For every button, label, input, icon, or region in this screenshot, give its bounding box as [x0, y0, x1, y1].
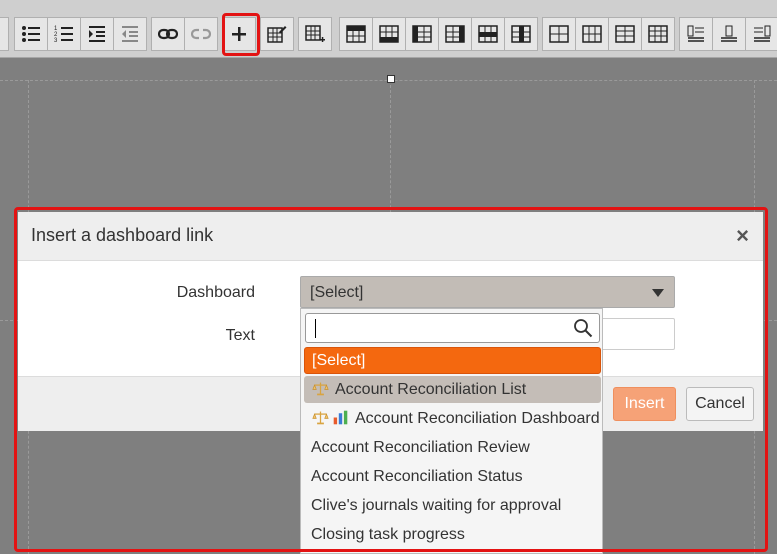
table-edit-icon — [267, 26, 287, 43]
row-above-icon — [346, 25, 366, 43]
align-right-icon — [754, 25, 771, 42]
option-label: Account Reconciliation Status — [311, 468, 523, 485]
table-insert-icon — [305, 25, 325, 42]
dropdown-option[interactable]: Account Reconciliation Review — [304, 434, 601, 461]
svg-text:3: 3 — [54, 38, 58, 44]
option-label: [Select] — [312, 352, 366, 369]
text-input[interactable] — [600, 318, 675, 350]
editor-toolbar: 123 — [0, 0, 777, 58]
insert-row-below-button[interactable] — [372, 17, 406, 51]
merge-cells-button[interactable] — [542, 17, 576, 51]
cancel-button[interactable]: Cancel — [686, 387, 754, 421]
increase-indent-icon — [89, 26, 105, 42]
align-center-icon — [721, 25, 737, 42]
insert-column-left-button[interactable] — [405, 17, 439, 51]
numbered-list-button[interactable]: 123 — [47, 17, 81, 51]
dialog-title: Insert a dashboard link — [31, 225, 214, 245]
increase-indent-button[interactable] — [80, 17, 114, 51]
scales-icon — [312, 382, 329, 396]
plus-icon — [232, 27, 246, 41]
option-label: Closing task progress — [311, 526, 465, 543]
option-label: Account Reconciliation List — [335, 381, 527, 398]
text-label: Text — [225, 327, 255, 344]
toolbar-button-partial[interactable] — [0, 17, 9, 51]
dropdown-option[interactable]: Account Reconciliation Dashboard — [304, 405, 601, 432]
link-icon — [158, 28, 178, 40]
table-properties-button[interactable] — [641, 17, 675, 51]
option-label: Clive's journals waiting for approval — [311, 497, 562, 514]
split-cells-icon — [582, 25, 602, 43]
dashboard-label: Dashboard — [176, 284, 255, 301]
dashboard-select[interactable]: [Select] — [300, 276, 675, 308]
numbered-list-icon: 123 — [54, 26, 73, 44]
dropdown-search-input[interactable] — [305, 313, 600, 343]
dropdown-option[interactable]: Account Reconciliation Status — [304, 463, 601, 490]
align-left-button[interactable] — [679, 17, 713, 51]
column-right-icon — [445, 25, 465, 43]
unlink-button[interactable] — [184, 17, 218, 51]
delete-column-icon — [511, 25, 531, 43]
merge-cells-icon — [549, 25, 569, 43]
option-label: Account Reconciliation Review — [311, 439, 530, 456]
align-center-button[interactable] — [712, 17, 746, 51]
text-caret — [315, 319, 316, 338]
edit-table-button[interactable] — [260, 17, 294, 51]
delete-column-button[interactable] — [504, 17, 538, 51]
unlink-icon — [191, 28, 211, 40]
cell-properties-icon — [615, 25, 635, 43]
column-left-icon — [412, 25, 432, 43]
decrease-indent-button[interactable] — [113, 17, 147, 51]
delete-row-icon — [478, 25, 498, 43]
align-right-button[interactable] — [745, 17, 777, 51]
close-icon[interactable]: × — [736, 223, 749, 249]
add-dashboard-link-button[interactable] — [222, 17, 256, 51]
dashboard-dropdown: [Select] Account Reconciliation List Acc… — [300, 308, 603, 554]
dropdown-option[interactable]: Clive's journals waiting for approval — [304, 492, 601, 519]
dialog-header: Insert a dashboard link × — [18, 212, 763, 261]
scales-icon — [312, 411, 329, 425]
dropdown-option[interactable]: [Select] — [304, 347, 601, 374]
bulleted-list-icon — [22, 26, 40, 42]
table-properties-icon — [648, 25, 668, 43]
delete-row-button[interactable] — [471, 17, 505, 51]
dropdown-option[interactable]: Account Reconciliation List — [304, 376, 601, 403]
split-cells-button[interactable] — [575, 17, 609, 51]
dashboard-select-value: [Select] — [310, 284, 364, 301]
search-icon — [574, 319, 593, 338]
align-left-icon — [687, 25, 704, 42]
insert-row-above-button[interactable] — [339, 17, 373, 51]
bulleted-list-button[interactable] — [14, 17, 48, 51]
chevron-down-icon — [652, 289, 664, 297]
insert-table-button[interactable] — [298, 17, 332, 51]
option-label: Account Reconciliation Dashboard — [355, 410, 600, 427]
insert-button[interactable]: Insert — [613, 387, 676, 421]
row-below-icon — [379, 25, 399, 43]
insert-column-right-button[interactable] — [438, 17, 472, 51]
cell-properties-button[interactable] — [608, 17, 642, 51]
resize-handle[interactable] — [387, 75, 395, 83]
link-button[interactable] — [151, 17, 185, 51]
chart-icon — [333, 410, 348, 425]
dropdown-option[interactable]: Closing task progress — [304, 521, 601, 548]
decrease-indent-icon — [122, 26, 138, 42]
